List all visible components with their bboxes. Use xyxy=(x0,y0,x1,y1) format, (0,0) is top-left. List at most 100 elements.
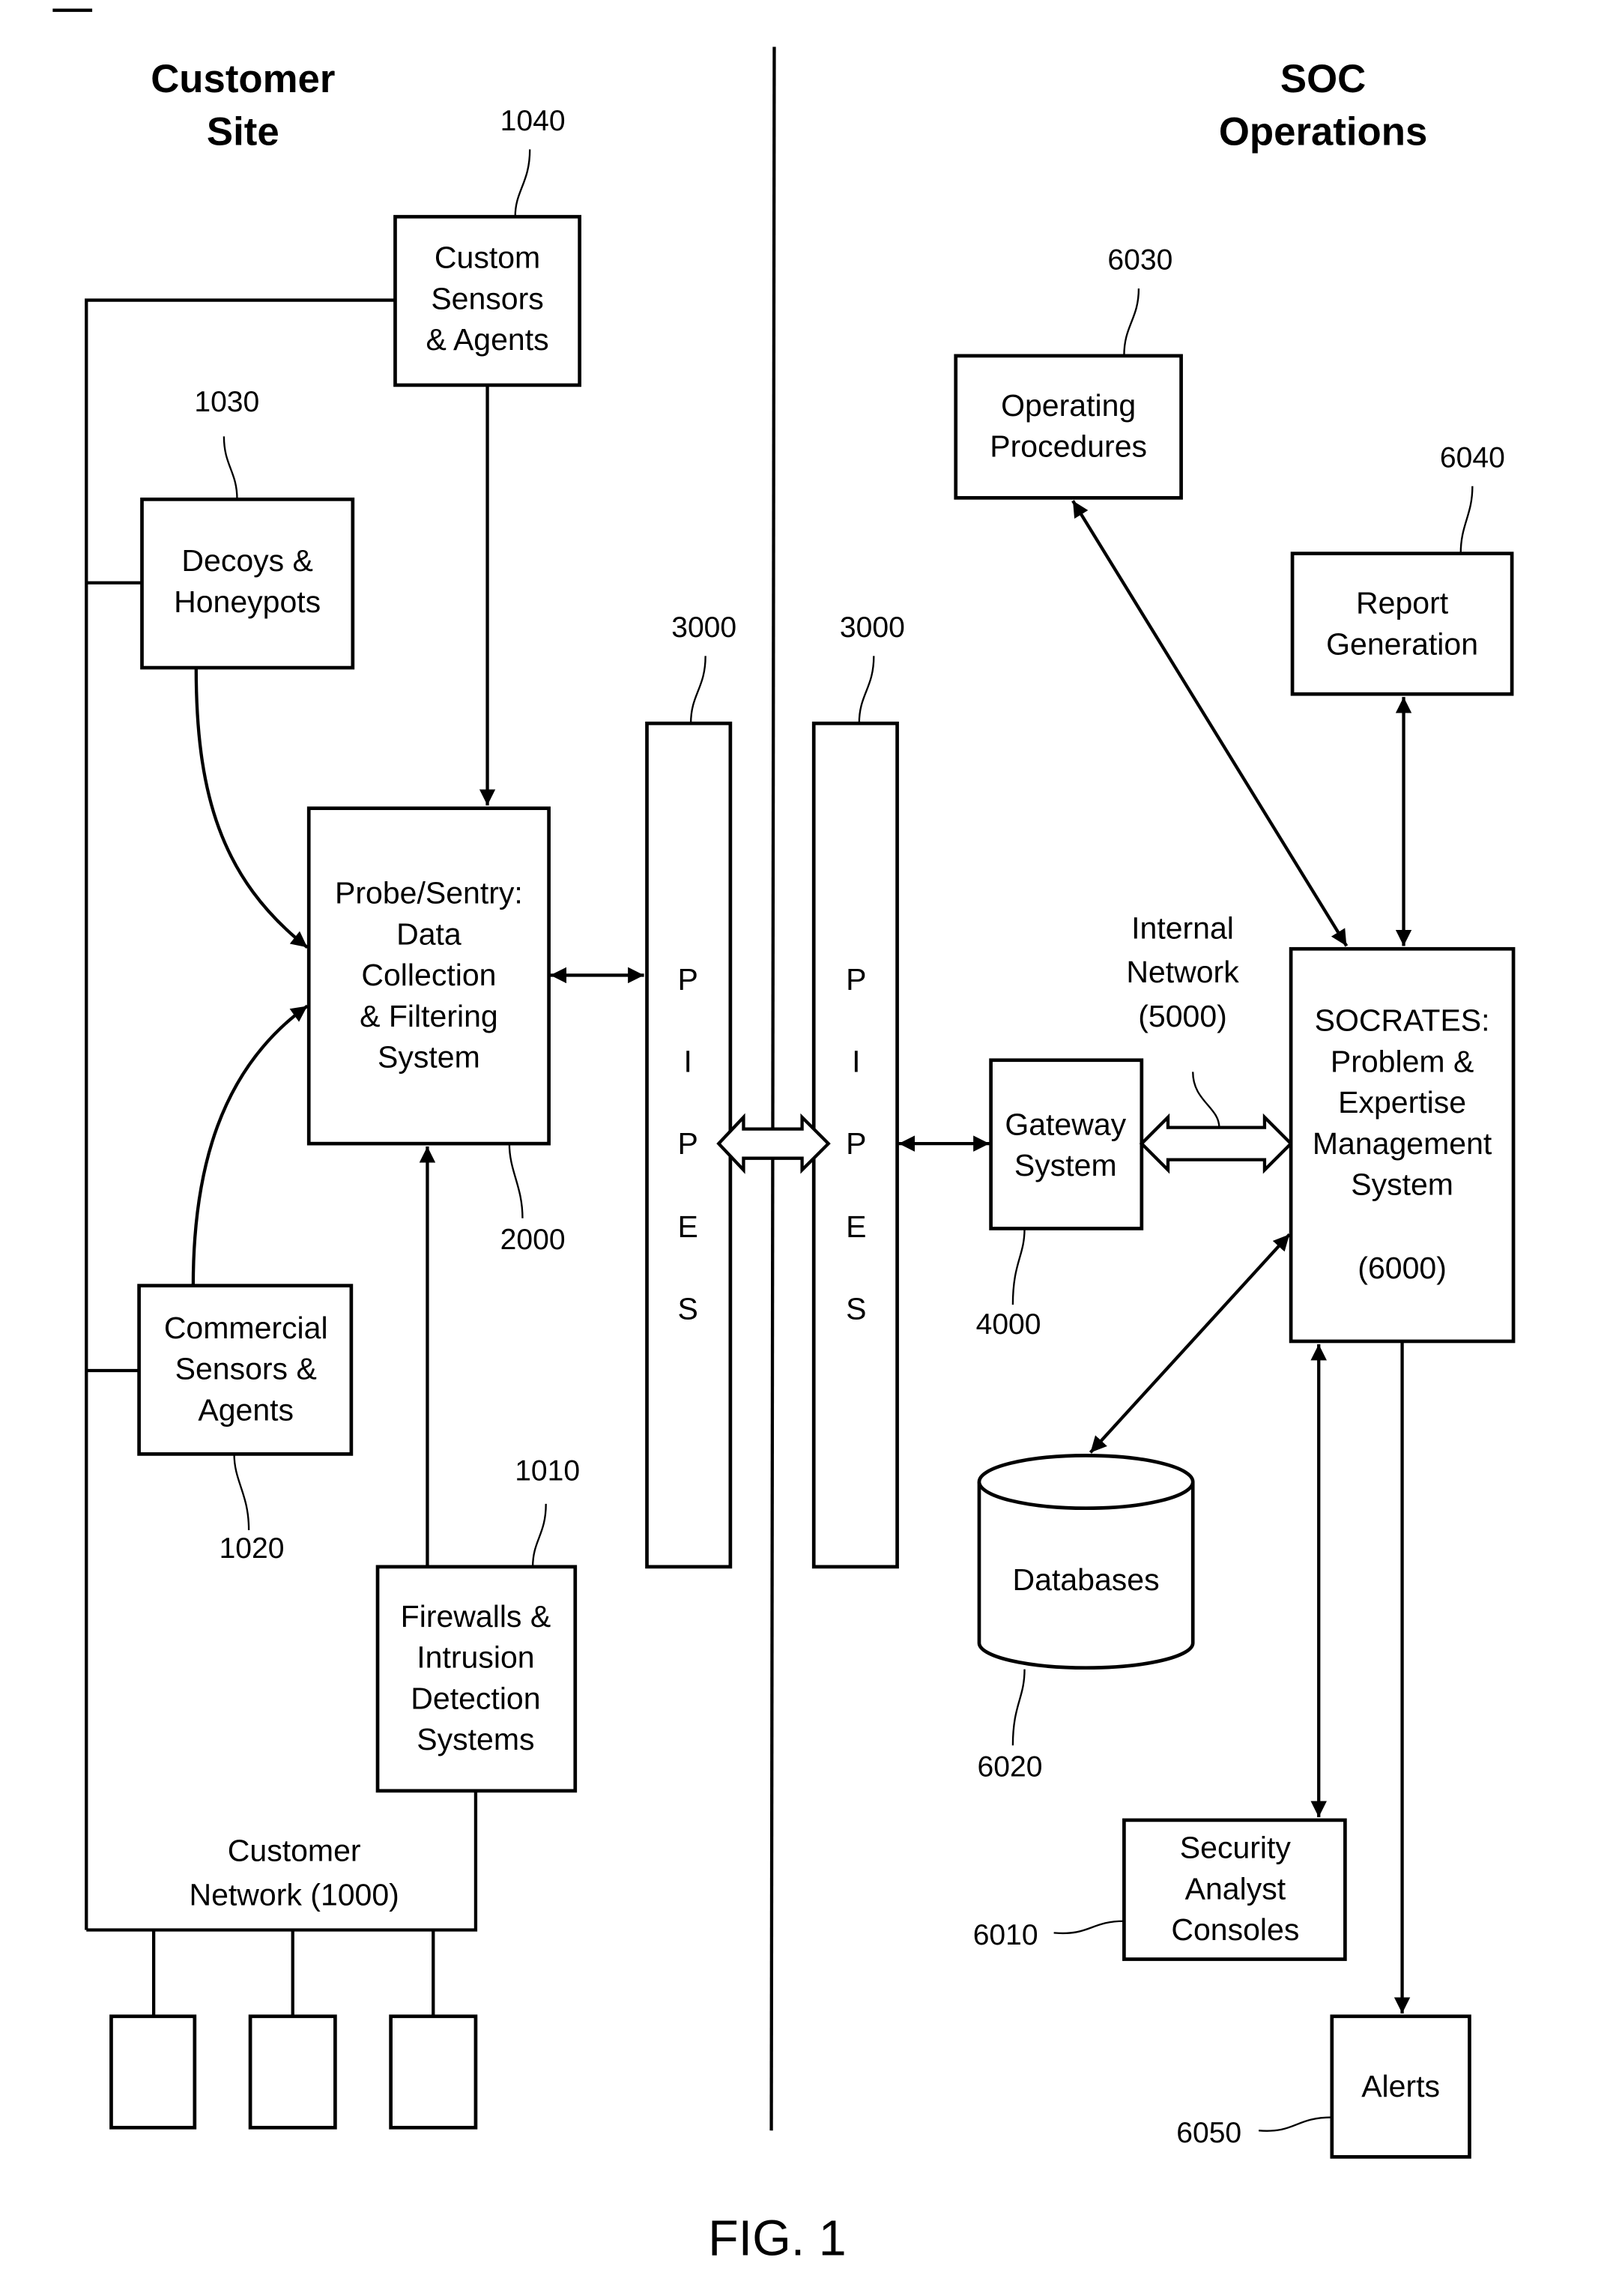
gateway-system-node[interactable]: Gateway System xyxy=(989,1058,1144,1230)
header-soc-line1: SOC xyxy=(1280,57,1366,101)
probe-sentry-node[interactable]: Probe/Sentry: Data Collection & Filterin… xyxy=(306,806,551,1146)
site-divider xyxy=(769,46,776,2131)
node-label: Honeypots xyxy=(174,584,321,619)
pipe-letter: I xyxy=(852,1044,860,1078)
node-label: Procedures xyxy=(990,429,1147,464)
leader-2000 xyxy=(508,1144,524,1218)
customer-network-label: Customer xyxy=(228,1834,361,1868)
node-label: Databases xyxy=(1013,1562,1160,1597)
node-label: Systems xyxy=(417,1722,534,1756)
node-label: Firewalls & xyxy=(401,1599,551,1634)
pipe-letter: P xyxy=(678,1126,698,1161)
ref-6010: 6010 xyxy=(973,1919,1038,1951)
ref-6040: 6040 xyxy=(1440,441,1505,474)
node-label: & Agents xyxy=(426,322,548,357)
ref-2000: 2000 xyxy=(500,1224,566,1256)
header-customer-site-line1: Customer xyxy=(151,57,335,101)
endpoint-device[interactable] xyxy=(109,2014,197,2130)
decoys-honeypots-node[interactable]: Decoys & Honeypots xyxy=(140,497,355,670)
ref-6030: 6030 xyxy=(1107,244,1172,277)
node-label: & Filtering xyxy=(360,999,498,1033)
node-label: Data xyxy=(396,916,461,951)
node-label: Consoles xyxy=(1171,1912,1299,1947)
endpoint-device[interactable] xyxy=(248,2014,337,2130)
leader-5000 xyxy=(1192,1072,1220,1128)
pipe-letter: E xyxy=(678,1209,698,1244)
pipe-letter: P xyxy=(678,962,698,997)
node-label: System xyxy=(378,1040,480,1075)
leader-6030 xyxy=(1123,288,1140,356)
node-label: System xyxy=(1351,1167,1453,1202)
node-label: SOCRATES: xyxy=(1315,1003,1490,1038)
ref-1030: 1030 xyxy=(194,386,259,418)
ref-6020: 6020 xyxy=(978,1750,1043,1783)
pipe-letter: S xyxy=(678,1292,698,1326)
leader-6050 xyxy=(1259,2116,1332,2132)
node-label: Management xyxy=(1313,1126,1492,1161)
internal-network-label: Internal xyxy=(1131,911,1234,946)
internal-network-label: Network xyxy=(1126,955,1239,989)
leader-6040 xyxy=(1459,486,1474,554)
leader-1020 xyxy=(233,1454,250,1531)
commercial-sensors-node[interactable]: Commercial Sensors & Agents xyxy=(137,1284,354,1456)
ref-6050: 6050 xyxy=(1176,2117,1241,2149)
ref-1040: 1040 xyxy=(500,105,566,137)
socrates-node[interactable]: SOCRATES: Problem & Expertise Management… xyxy=(1289,946,1516,1344)
node-label: Collection xyxy=(361,958,496,992)
node-label: Agents xyxy=(198,1392,294,1427)
node-label: Alerts xyxy=(1361,2069,1440,2103)
node-label: Custom xyxy=(435,241,540,275)
report-generation-node[interactable]: Report Generation xyxy=(1290,552,1514,696)
node-label: Decoys & xyxy=(181,543,313,578)
leader-1040 xyxy=(514,149,531,217)
pipe-letter: I xyxy=(684,1044,692,1078)
node-label: Sensors xyxy=(431,281,543,315)
leader-4000 xyxy=(1011,1228,1026,1305)
node-label: Expertise xyxy=(1338,1085,1466,1120)
ref-4000: 4000 xyxy=(976,1308,1041,1341)
arrow-decoys-to-probe xyxy=(194,668,309,949)
security-consoles-node[interactable]: Security Analyst Consoles xyxy=(1122,1818,1347,1961)
leader-3000-right xyxy=(858,656,875,724)
node-label: Gateway xyxy=(1005,1107,1126,1141)
fat-arrow-internal-network xyxy=(1139,1113,1294,1174)
node-label: System xyxy=(1014,1148,1117,1182)
soc-architecture-diagram: Customer Site SOC Operations Custom Sens… xyxy=(52,8,1516,2266)
ref-1010: 1010 xyxy=(515,1455,580,1487)
alerts-node[interactable]: Alerts xyxy=(1330,2014,1471,2159)
leader-1010 xyxy=(531,1503,547,1567)
arrow-db-socrates xyxy=(1089,1233,1291,1454)
customer-network-label: Network (1000) xyxy=(190,1877,399,1912)
node-label: Operating xyxy=(1001,388,1136,423)
leader-6010 xyxy=(1053,1920,1125,1935)
custom-sensors-node[interactable]: Custom Sensors & Agents xyxy=(393,214,581,387)
pipe-letter: P xyxy=(846,962,866,997)
internal-network-label: (5000) xyxy=(1138,999,1227,1033)
header-customer-site-line2: Site xyxy=(207,109,279,154)
node-label: Problem & xyxy=(1331,1044,1474,1078)
node-label: Probe/Sentry: xyxy=(335,876,523,910)
node-label: Detection xyxy=(411,1681,540,1715)
operating-procedures-node[interactable]: Operating Procedures xyxy=(954,354,1183,500)
node-label: Sensors & xyxy=(175,1352,317,1386)
leader-3000-left xyxy=(689,656,706,724)
node-label: Analyst xyxy=(1185,1871,1286,1906)
node-label: Generation xyxy=(1326,626,1478,661)
pipe-letter: S xyxy=(846,1292,866,1326)
endpoint-device[interactable] xyxy=(389,2014,478,2130)
databases-node[interactable]: Databases xyxy=(977,1454,1195,1670)
node-label: Security xyxy=(1180,1831,1292,1865)
node-label: Intrusion xyxy=(417,1640,534,1675)
arrow-commercial-to-probe xyxy=(191,1004,309,1286)
ref-1020: 1020 xyxy=(220,1532,285,1565)
figure-caption: FIG. 1 xyxy=(708,2211,847,2266)
node-label: Report xyxy=(1356,586,1449,620)
leader-6020 xyxy=(1011,1669,1026,1746)
ref-3000-right: 3000 xyxy=(840,611,905,644)
node-label: Commercial xyxy=(164,1311,328,1345)
pipe-letter: E xyxy=(846,1209,866,1244)
pipe-letter: P xyxy=(846,1126,866,1161)
ref-3000-left: 3000 xyxy=(671,611,736,644)
firewalls-ids-node[interactable]: Firewalls & Intrusion Detection Systems xyxy=(375,1565,578,1793)
header-soc-line2: Operations xyxy=(1219,109,1427,154)
